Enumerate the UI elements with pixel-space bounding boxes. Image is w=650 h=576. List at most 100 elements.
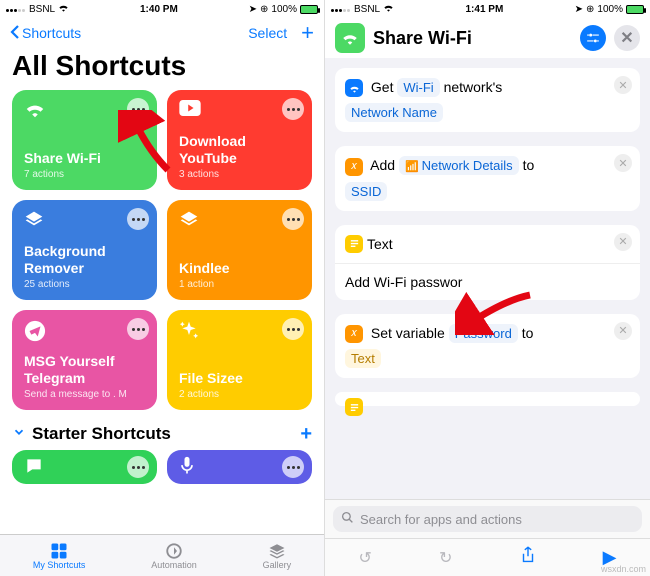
carrier: BSNL	[354, 4, 380, 15]
battery-pct: 100%	[271, 4, 297, 15]
card-more-button[interactable]	[127, 456, 149, 478]
card-more-button[interactable]	[282, 208, 304, 230]
wifi-icon	[383, 3, 394, 15]
select-button[interactable]: Select	[248, 25, 287, 41]
text-mini-icon	[345, 235, 363, 253]
battery-icon	[300, 5, 318, 14]
shortcut-card-download-youtube[interactable]: Download YouTube 3 actions	[167, 90, 312, 190]
location-icon: ➤	[249, 4, 257, 15]
alarm-icon: ⊕	[260, 4, 268, 15]
telegram-icon	[24, 326, 46, 346]
action-set-variable[interactable]: 𝑥 Set variable Password to Text ✕	[335, 314, 640, 378]
option-chip-ssid[interactable]: SSID	[345, 182, 387, 201]
section-title: Starter Shortcuts	[32, 424, 171, 444]
shortcut-card-msg-telegram[interactable]: MSG Yourself Telegram Send a message to …	[12, 310, 157, 410]
card-more-button[interactable]	[282, 98, 304, 120]
remove-action-button[interactable]: ✕	[614, 233, 632, 251]
action-text: to	[522, 325, 534, 341]
action-title: Text	[367, 236, 393, 252]
battery-icon	[626, 5, 644, 14]
option-chip-text[interactable]: Text	[345, 349, 381, 368]
share-button[interactable]	[520, 546, 536, 569]
card-more-button[interactable]	[282, 318, 304, 340]
shortcut-app-icon[interactable]	[335, 23, 365, 53]
card-sub: 2 actions	[179, 389, 300, 400]
signal-dots-icon	[331, 4, 351, 15]
starter-card-1[interactable]	[12, 450, 157, 484]
tab-my-shortcuts[interactable]: My Shortcuts	[33, 542, 86, 570]
variable-chip-password[interactable]: Password	[449, 324, 518, 343]
tab-label: Gallery	[263, 560, 292, 570]
variable-chip-network-details[interactable]: Network Details	[399, 156, 519, 175]
action-get-network-name[interactable]: Get Wi-Fi network's Network Name ✕	[335, 68, 640, 132]
shortcut-title[interactable]: Share Wi-Fi	[373, 28, 472, 49]
card-title: Download YouTube	[179, 133, 300, 167]
carrier: BSNL	[29, 4, 55, 15]
card-more-button[interactable]	[127, 208, 149, 230]
card-sub: 25 actions	[24, 279, 145, 290]
remove-action-button[interactable]: ✕	[614, 154, 632, 172]
card-sub: Send a message to . M	[24, 389, 145, 400]
action-text: to	[523, 157, 535, 173]
add-button[interactable]: +	[301, 22, 314, 44]
folder-toggle[interactable]	[12, 424, 26, 444]
search-row: Search for apps and actions	[325, 499, 650, 538]
search-input[interactable]: Search for apps and actions	[333, 506, 642, 532]
clock: 1:41 PM	[465, 4, 503, 15]
card-title: Background Remover	[24, 243, 145, 277]
section-add-button[interactable]: +	[300, 424, 312, 444]
action-add-to-ssid[interactable]: 𝑥 Add Network Details to SSID ✕	[335, 146, 640, 210]
close-button[interactable]: ✕	[614, 25, 640, 51]
action-text: Get	[371, 79, 394, 95]
alarm-icon: ⊕	[586, 4, 594, 15]
grid-icon	[50, 542, 68, 560]
battery-pct: 100%	[597, 4, 623, 15]
tab-gallery[interactable]: Gallery	[263, 542, 292, 570]
action-text: network's	[444, 79, 503, 95]
mic-icon	[179, 456, 195, 481]
action-text: Add	[370, 157, 395, 173]
status-bar: BSNL 1:40 PM ➤ ⊕ 100%	[0, 0, 324, 18]
settings-button[interactable]	[580, 25, 606, 51]
tab-label: Automation	[151, 560, 197, 570]
sparkle-icon	[179, 324, 199, 344]
gallery-icon	[268, 542, 286, 560]
card-title: File Sizee	[179, 370, 300, 387]
shortcut-card-kindlee[interactable]: Kindlee 1 action	[167, 200, 312, 300]
shortcut-card-file-sizee[interactable]: File Sizee 2 actions	[167, 310, 312, 410]
page-title: All Shortcuts	[0, 48, 324, 90]
card-sub: 7 actions	[24, 169, 145, 180]
variable-chip-wifi[interactable]: Wi-Fi	[397, 78, 439, 97]
card-sub: 3 actions	[179, 169, 300, 180]
back-button[interactable]: Shortcuts	[10, 25, 81, 42]
chat-icon	[24, 456, 44, 481]
location-icon: ➤	[575, 4, 583, 15]
redo-button[interactable]: ↻	[439, 548, 452, 568]
text-mini-icon	[345, 398, 363, 416]
remove-action-button[interactable]: ✕	[614, 76, 632, 94]
card-sub: 1 action	[179, 279, 300, 290]
watermark: wsxdn.com	[601, 564, 646, 574]
shortcut-card-share-wifi[interactable]: Share Wi-Fi 7 actions	[12, 90, 157, 190]
wifi-mini-icon	[345, 79, 363, 97]
layers-icon	[179, 214, 199, 234]
card-more-button[interactable]	[127, 318, 149, 340]
shortcut-card-bg-remover[interactable]: Background Remover 25 actions	[12, 200, 157, 300]
undo-button[interactable]: ↺	[359, 548, 372, 568]
signal-dots-icon	[6, 4, 26, 15]
starter-card-2[interactable]	[167, 450, 312, 484]
card-more-button[interactable]	[282, 456, 304, 478]
layers-icon	[24, 214, 44, 234]
action-text[interactable]: Text ✕ Add Wi-Fi passwor	[335, 225, 640, 300]
remove-action-button[interactable]: ✕	[614, 322, 632, 340]
editor-header: Share Wi-Fi ✕	[325, 18, 650, 58]
status-bar: BSNL 1:41 PM ➤ ⊕ 100%	[325, 0, 650, 18]
option-chip-network-name[interactable]: Network Name	[345, 103, 443, 122]
text-input[interactable]: Add Wi-Fi passwor	[335, 263, 640, 300]
var-mini-icon: 𝑥	[345, 325, 363, 343]
action-partial[interactable]	[335, 392, 640, 406]
wifi-icon	[58, 3, 69, 15]
card-more-button[interactable]	[127, 98, 149, 120]
automation-icon	[165, 542, 183, 560]
tab-automation[interactable]: Automation	[151, 542, 197, 570]
